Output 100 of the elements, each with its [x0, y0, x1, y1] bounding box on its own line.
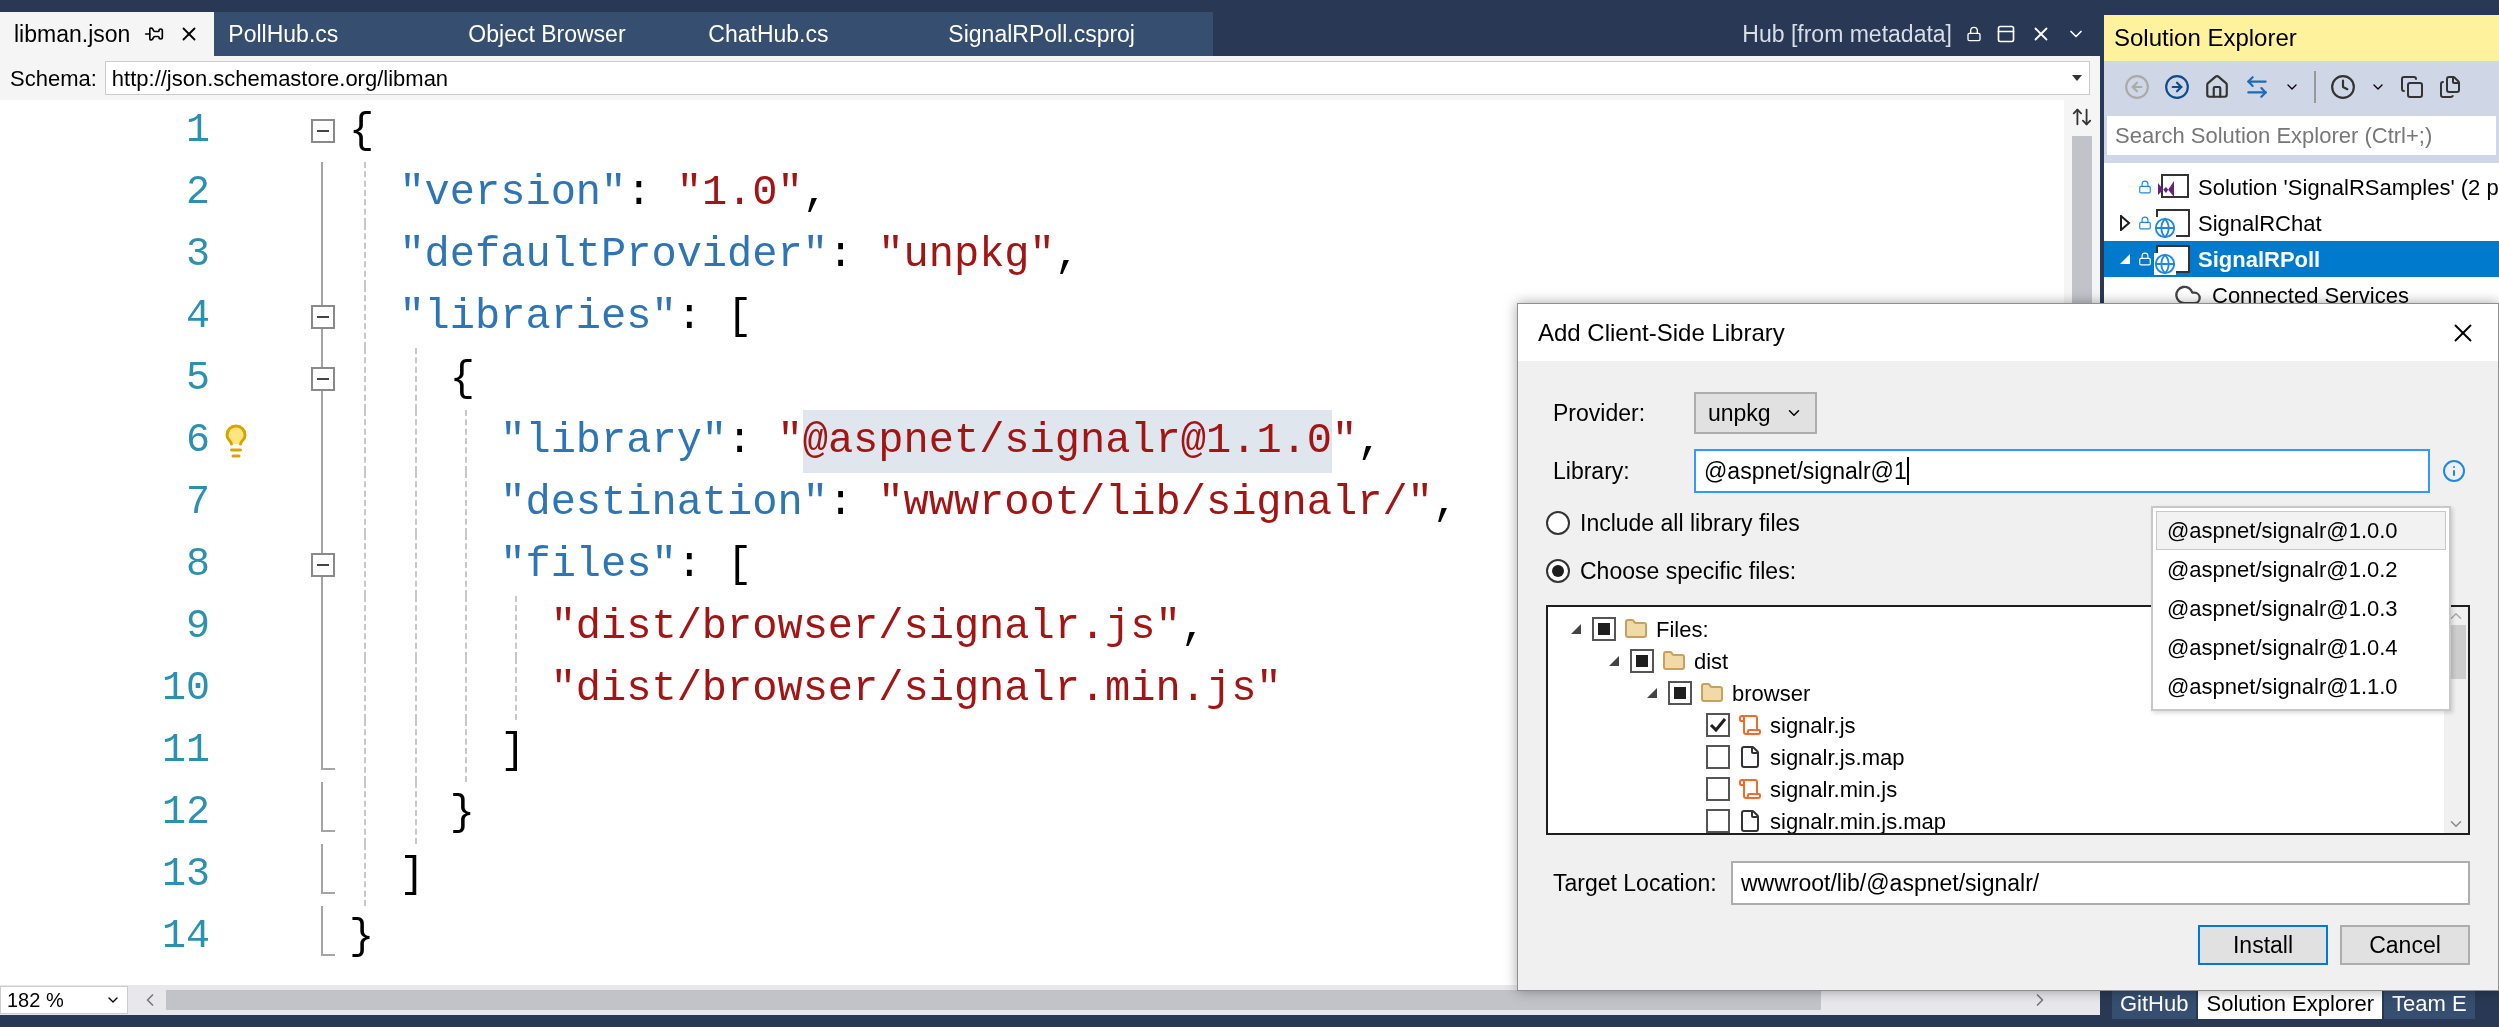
- scrollbar-thumb[interactable]: [166, 990, 1821, 1010]
- file-name[interactable]: signalr.js: [1770, 708, 1856, 742]
- collapse-icon[interactable]: [310, 367, 335, 391]
- checkbox[interactable]: [1630, 649, 1654, 673]
- sync-icon[interactable]: [2244, 74, 2270, 100]
- expanded-icon[interactable]: [1570, 623, 1582, 635]
- line-number: 1: [186, 108, 210, 153]
- file-name[interactable]: browser: [1732, 676, 1811, 710]
- lock-icon: [2138, 180, 2152, 194]
- schema-field[interactable]: http://json.schemastore.org/libman: [104, 61, 2090, 95]
- collapsed-icon[interactable]: [2119, 215, 2131, 231]
- line-number: 13: [162, 852, 210, 897]
- document-tab[interactable]: libman.json: [0, 12, 215, 56]
- bracket: {: [349, 105, 375, 157]
- checkbox[interactable]: [1706, 713, 1730, 737]
- dropdown-arrow-icon[interactable]: [2071, 74, 2083, 82]
- folder-icon: [1662, 649, 1686, 673]
- splitter-icon[interactable]: [2071, 106, 2093, 128]
- forward-icon[interactable]: [2164, 74, 2190, 100]
- suggestion-item[interactable]: @aspnet/signalr@1.0.2: [2156, 550, 2446, 589]
- collapse-icon[interactable]: [310, 119, 335, 143]
- file-icon: [1738, 745, 1762, 769]
- tree-item[interactable]: SignalRChat: [2104, 205, 2499, 241]
- radio-label[interactable]: Include all library files: [1580, 505, 1800, 541]
- line-number: 6: [186, 418, 210, 463]
- json-key: "libraries": [399, 285, 677, 349]
- document-tab[interactable]: Object Browser: [454, 12, 695, 56]
- scroll-icon: [1738, 777, 1762, 801]
- checkbox[interactable]: [1706, 745, 1730, 769]
- collapse-icon[interactable]: [310, 553, 335, 577]
- json-key: "destination": [500, 471, 828, 535]
- history-icon[interactable]: [2330, 74, 2356, 100]
- dialog-button[interactable]: Install: [2198, 925, 2328, 965]
- json-key: "files": [500, 533, 677, 597]
- collapse-icon[interactable]: [310, 305, 335, 329]
- bracket: [: [727, 539, 753, 591]
- zoom-dropdown[interactable]: 182 %: [0, 986, 128, 1014]
- copy-icon[interactable]: [2438, 75, 2462, 99]
- line-number: 2: [186, 170, 210, 215]
- field-label: Target Location:: [1552, 868, 1718, 898]
- suggestion-item[interactable]: @aspnet/signalr@1.0.4: [2156, 628, 2446, 667]
- info-icon[interactable]: [2442, 459, 2466, 483]
- file-name[interactable]: signalr.min.js.map: [1770, 804, 1947, 833]
- line-number: 3: [186, 232, 210, 277]
- scroll-icon: [1738, 713, 1762, 737]
- lock-icon[interactable]: [1966, 26, 1982, 42]
- tree-item[interactable]: Solution 'SignalRSamples' (2 p: [2104, 169, 2499, 205]
- document-tab[interactable]: PollHub.cs: [214, 12, 455, 56]
- preview-tab[interactable]: Hub [from metadata]: [1742, 16, 1952, 52]
- bracket: {: [449, 353, 476, 405]
- expanded-icon[interactable]: [2118, 252, 2132, 266]
- dialog-button[interactable]: Cancel: [2340, 925, 2470, 965]
- checkbox[interactable]: [1706, 777, 1730, 801]
- json-string: "unpkg": [878, 229, 1055, 281]
- file-name[interactable]: Files:: [1656, 612, 1709, 646]
- json-string: "wwwroot/lib/signalr/": [878, 477, 1433, 529]
- dialog-title: Add Client-Side Library: [1538, 317, 1785, 348]
- fold-end-guide: [321, 782, 335, 832]
- pin-icon[interactable]: [144, 24, 165, 44]
- json-string: @aspnet/signalr@1.1.0: [802, 409, 1332, 473]
- suggestion-item[interactable]: @aspnet/signalr@1.0.3: [2156, 589, 2446, 628]
- file-name[interactable]: signalr.js.map: [1770, 740, 1905, 774]
- document-tab[interactable]: ChatHub.cs: [694, 12, 935, 56]
- globe-icon: [2156, 245, 2190, 273]
- punctuation: :: [727, 415, 754, 467]
- tree-item[interactable]: Connected Services: [2104, 277, 2499, 313]
- file-icon: [1738, 809, 1762, 833]
- suggestion-item[interactable]: @aspnet/signalr@1.0.0: [2156, 511, 2446, 550]
- expanded-icon[interactable]: [1608, 655, 1620, 667]
- fold-end-guide: [321, 720, 335, 770]
- file-name[interactable]: dist: [1694, 644, 1729, 678]
- json-string: ": [1332, 415, 1358, 467]
- json-key: "library": [500, 409, 728, 473]
- line-number: 7: [186, 480, 210, 525]
- home-icon[interactable]: [2204, 74, 2230, 100]
- document-tab[interactable]: SignalRPoll.csproj: [934, 12, 1175, 56]
- radio-label[interactable]: Choose specific files:: [1580, 553, 1797, 589]
- expanded-icon[interactable]: [1646, 687, 1658, 699]
- json-key: "version": [399, 161, 627, 225]
- provider-dropdown[interactable]: unpkg: [1694, 392, 1817, 434]
- radio-button[interactable]: [1546, 511, 1570, 535]
- search-field[interactable]: Search Solution Explorer (Ctrl+;): [2107, 116, 2496, 155]
- radio-button[interactable]: [1546, 559, 1570, 583]
- checkbox[interactable]: [1706, 809, 1730, 833]
- field-label: Library:: [1552, 456, 1631, 486]
- solution-icon: [2156, 173, 2190, 201]
- bracket: }: [449, 787, 476, 839]
- folder-icon: [1624, 617, 1648, 641]
- punctuation: :: [827, 477, 855, 529]
- file-name[interactable]: signalr.min.js: [1770, 772, 1898, 806]
- target-location-field[interactable]: wwwroot/lib/@aspnet/signalr/: [1731, 861, 2470, 905]
- punctuation: :: [827, 229, 855, 281]
- checkbox[interactable]: [1668, 681, 1692, 705]
- checkbox[interactable]: [1592, 617, 1616, 641]
- line-number: 10: [162, 666, 210, 711]
- tree-item[interactable]: SignalRPoll: [2104, 241, 2499, 277]
- bracket: [: [727, 291, 753, 343]
- suggestion-item[interactable]: @aspnet/signalr@1.1.0: [2156, 667, 2446, 706]
- library-field[interactable]: @aspnet/signalr@1: [1694, 449, 2430, 493]
- punctuation: :: [676, 539, 703, 591]
